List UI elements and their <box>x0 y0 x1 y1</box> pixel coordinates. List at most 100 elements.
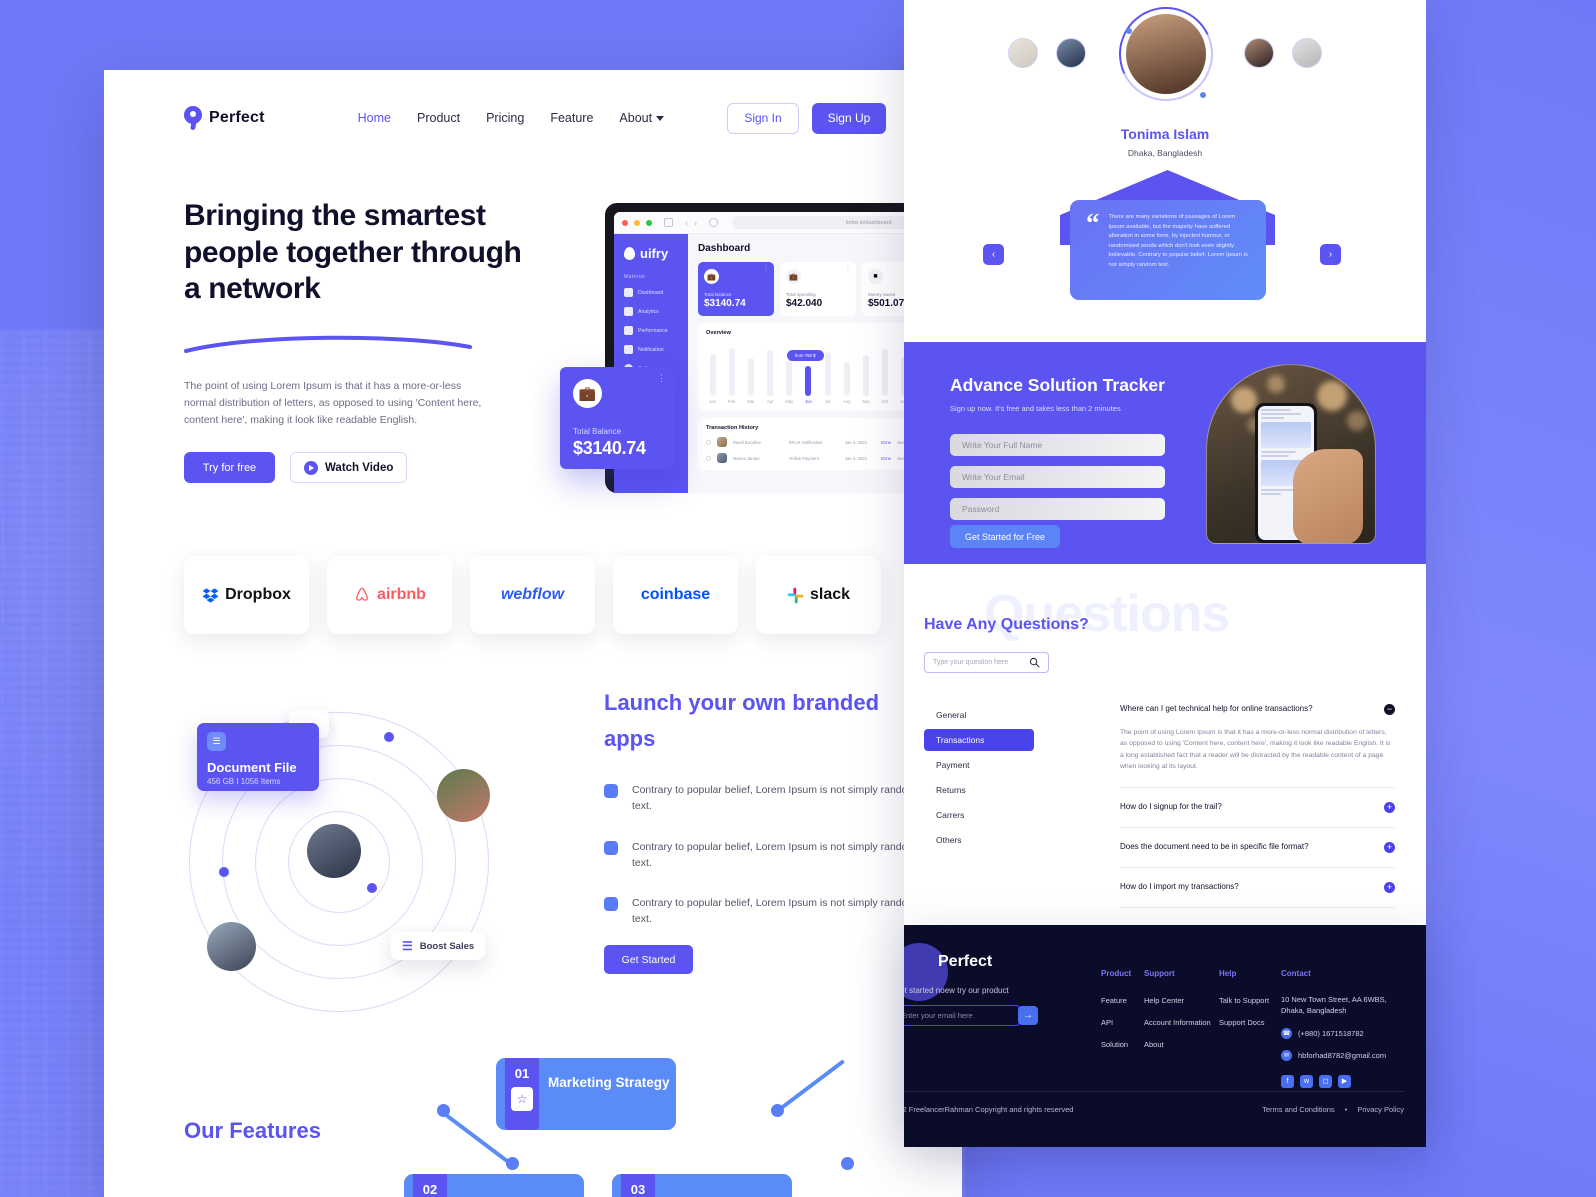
twitter-icon[interactable]: w <box>1300 1074 1313 1088</box>
watch-video-button[interactable]: Watch Video <box>290 452 408 483</box>
sign-in-button[interactable]: Sign In <box>727 102 799 134</box>
analytics-icon <box>624 307 633 316</box>
plus-icon[interactable]: + <box>1384 801 1395 813</box>
get-started-button[interactable]: Get Started <box>604 945 693 974</box>
chevron-down-icon <box>656 116 665 122</box>
sidebar-item-performance[interactable]: Performance <box>624 326 678 335</box>
footer-link[interactable]: Solution <box>1101 1040 1131 1049</box>
plus-icon[interactable]: + <box>1384 841 1395 853</box>
plus-icon[interactable]: + <box>1384 881 1395 893</box>
testimonial-avatar-5[interactable] <box>1292 38 1322 68</box>
testimonial-avatar-2[interactable] <box>1056 38 1086 68</box>
footer-email-row[interactable]: ✉ hbforhad8782@gmail.com <box>1281 1049 1411 1061</box>
cell-status: Done <box>881 439 892 445</box>
legal-separator: • <box>1344 1105 1348 1114</box>
window-min-dot <box>634 219 640 226</box>
dropbox-logo: Dropbox <box>202 586 291 604</box>
faq-search[interactable]: Type your question here <box>924 652 1049 673</box>
terms-link[interactable]: Terms and Conditions <box>1262 1105 1335 1114</box>
email-input[interactable]: Write Your Email <box>950 466 1165 488</box>
month-label: Sep <box>862 399 870 404</box>
logo-card-slack[interactable]: slack <box>756 556 881 634</box>
faq-category-general[interactable]: General <box>924 704 1034 726</box>
instagram-icon[interactable]: ◻ <box>1319 1074 1332 1088</box>
testimonial-prev-button[interactable]: ‹ <box>983 244 1004 265</box>
youtube-icon[interactable]: ▶ <box>1338 1074 1351 1088</box>
airbnb-icon <box>356 587 368 601</box>
feature-card-3[interactable]: 03 <box>612 1174 792 1197</box>
footer-column-heading: Support <box>1144 969 1175 978</box>
testimonial-avatar-4[interactable] <box>1244 38 1274 68</box>
row-checkbox[interactable] <box>706 439 711 445</box>
arrow-right-icon[interactable]: → <box>1018 1006 1038 1025</box>
nav-item-about-label: About <box>619 111 653 125</box>
cell-type: BFLIX Notification <box>789 439 823 445</box>
faq-category-payment[interactable]: Payment <box>924 754 1034 776</box>
avatar <box>717 453 727 463</box>
full-name-input[interactable]: Write Your Full Name <box>950 434 1165 456</box>
password-input[interactable]: Password <box>950 498 1165 520</box>
layers-icon: ☰ <box>402 939 413 953</box>
table-row: David Bocafice BFLIX Notification Jan 3,… <box>706 437 930 447</box>
logo-card-webflow[interactable]: webflow <box>470 556 595 634</box>
faq-category-carrers[interactable]: Carrers <box>924 804 1034 826</box>
sidebar-item-notification[interactable]: Notification <box>624 345 678 354</box>
faq-category-transactions[interactable]: Transactions <box>924 729 1034 751</box>
newsletter-email-input[interactable]: Enter your email here <box>904 1005 1020 1026</box>
footer-email: hbforhad8782@gmail.com <box>1298 1050 1387 1060</box>
nav-item-pricing[interactable]: Pricing <box>486 111 524 125</box>
faq-question-row[interactable]: How do I signup for the trail? + <box>1120 801 1395 813</box>
brand-logo[interactable]: Perfect <box>184 106 265 130</box>
nav-item-feature[interactable]: Feature <box>550 111 593 125</box>
footer-link[interactable]: About <box>1144 1040 1211 1049</box>
row-checkbox[interactable] <box>706 455 711 461</box>
faq-category-others[interactable]: Others <box>924 829 1034 851</box>
footer-link[interactable]: Support Docs <box>1219 1018 1269 1027</box>
logo-card-dropbox[interactable]: Dropbox <box>184 556 309 634</box>
logo-label: airbnb <box>377 586 426 603</box>
wallet-icon: 💼 <box>704 269 719 284</box>
footer-link[interactable]: Talk to Support <box>1219 996 1269 1005</box>
faq-category-returns[interactable]: Returns <box>924 779 1034 801</box>
facebook-icon[interactable]: f <box>1281 1074 1294 1088</box>
sign-up-button[interactable]: Sign Up <box>812 102 886 134</box>
back-arrow-icon[interactable]: ‹ <box>685 218 688 228</box>
network-node <box>384 732 394 742</box>
nav-item-about[interactable]: About <box>619 111 665 125</box>
privacy-link[interactable]: Privacy Policy <box>1357 1105 1404 1114</box>
footer-link[interactable]: Help Center <box>1144 996 1211 1005</box>
faq-question-row[interactable]: How do I import my transactions? + <box>1120 881 1395 893</box>
list-item: Contrary to popular belief, Lorem Ipsum … <box>604 782 924 815</box>
branded-apps-bullets: Contrary to popular belief, Lorem Ipsum … <box>604 782 924 952</box>
footer-link[interactable]: Account Information <box>1144 1018 1211 1027</box>
feature-card-marketing-strategy[interactable]: 01 ☆ Marketing Strategy <box>496 1058 676 1130</box>
nav-item-product[interactable]: Product <box>417 111 460 125</box>
sidebar-item-dashboard[interactable]: Dashboard <box>624 288 678 297</box>
minus-icon[interactable]: − <box>1384 704 1395 715</box>
kebab-icon[interactable]: ⋮ <box>845 266 851 272</box>
footer-address: 10 New Town Street, AA 6WBS, Dhaka, Bang… <box>1281 995 1387 1015</box>
network-node <box>219 867 229 877</box>
sidebar-item-analytics[interactable]: Analytics <box>624 307 678 316</box>
get-started-free-button[interactable]: Get Started for Free <box>950 525 1060 548</box>
logo-card-airbnb[interactable]: airbnb <box>327 556 452 634</box>
nav-item-home[interactable]: Home <box>358 111 391 125</box>
footer-link[interactable]: Feature <box>1101 996 1131 1005</box>
sidebar-toggle-icon[interactable] <box>664 218 673 227</box>
feature-card-2[interactable]: 02 <box>404 1174 584 1197</box>
stat-value: $42.040 <box>786 298 823 309</box>
coinbase-logo: coinbase <box>641 586 710 604</box>
faq-question-row[interactable]: Does the document need to be in specific… <box>1120 841 1395 853</box>
forward-arrow-icon[interactable]: › <box>694 218 697 228</box>
kebab-icon[interactable]: ⋮ <box>763 266 769 272</box>
testimonial-avatar-1[interactable] <box>1008 38 1038 68</box>
footer-link[interactable]: API <box>1101 1018 1131 1027</box>
try-for-free-button[interactable]: Try for free <box>184 452 275 483</box>
faq-question-row[interactable]: Where can I get technical help for onlin… <box>1120 704 1395 715</box>
overview-bars: from 760 $ Jan Feb Mar Apr May Jun Jul A… <box>706 342 930 404</box>
footer-phone-row[interactable]: ☎ (+880) 1671518782 <box>1281 1027 1411 1039</box>
testimonial-next-button[interactable]: › <box>1320 244 1341 265</box>
testimonial-avatars <box>904 0 1426 130</box>
logo-card-coinbase[interactable]: coinbase <box>613 556 738 634</box>
kebab-icon[interactable]: ⋮ <box>657 374 666 382</box>
